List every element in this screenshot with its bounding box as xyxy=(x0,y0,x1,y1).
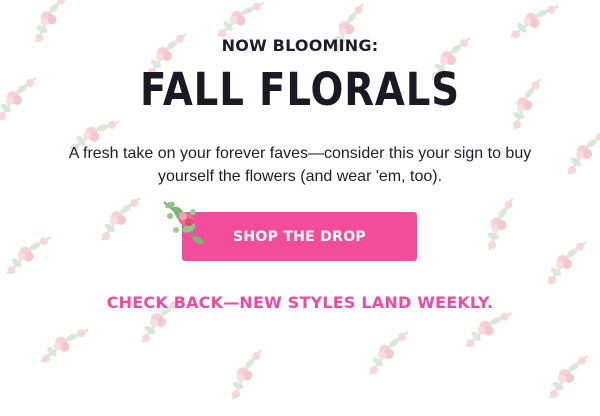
cta-label: SHOP THE DROP xyxy=(232,228,366,245)
page-title: FALL FLORALS xyxy=(140,63,460,116)
weekly-drop-note: CHECK BACK—NEW STYLES LAND WEEKLY. xyxy=(106,293,494,312)
eyebrow-text: NOW BLOOMING: xyxy=(221,36,379,55)
hero-content: NOW BLOOMING: FALL FLORALS A fresh take … xyxy=(0,0,600,416)
email-hero: NOW BLOOMING: FALL FLORALS A fresh take … xyxy=(0,0,600,416)
flower-sprig-icon xyxy=(163,201,204,244)
body-copy: A fresh take on your forever faves—consi… xyxy=(68,145,532,185)
shop-the-drop-button[interactable]: SHOP THE DROP xyxy=(182,212,417,261)
